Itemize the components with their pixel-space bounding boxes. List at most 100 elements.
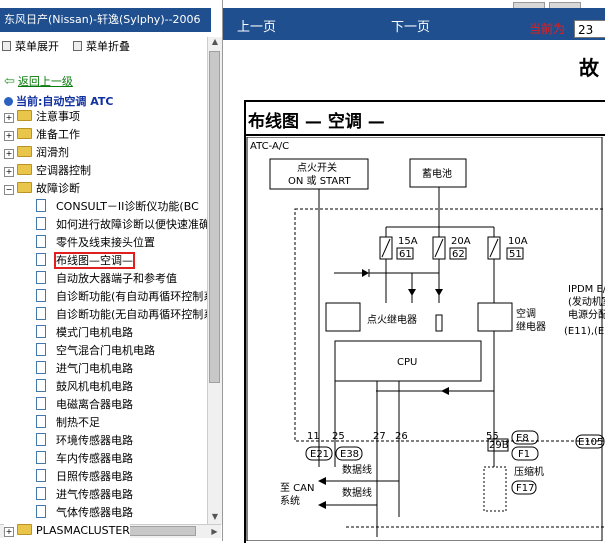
document-icon — [36, 235, 46, 248]
cpu-label: CPU — [397, 357, 417, 368]
tree-doc[interactable]: 日照传感器电路 — [36, 468, 133, 486]
expand-toggle-icon[interactable]: + — [4, 149, 14, 159]
expand-toggle-icon[interactable]: + — [4, 527, 14, 537]
battery-label: 蓄电池 — [422, 167, 452, 180]
expand-toggle-icon[interactable]: + — [4, 167, 14, 177]
location-icon — [4, 97, 13, 106]
tree-doc[interactable]: 自诊断功能(无自动再循环控制系 — [36, 306, 208, 324]
doc-label-selected: 布线图—空调— — [54, 252, 135, 269]
system-label: 系统 — [280, 494, 300, 507]
current-location: 当前:自动空调 ATC — [4, 93, 113, 109]
compressor-box — [483, 466, 507, 512]
fuse-amp: 10A — [508, 236, 528, 247]
sidebar-title: 东风日产(Nissan)-轩逸(Sylphy)--2006 — [0, 8, 211, 32]
pin-11: 11 — [307, 431, 320, 442]
tree-doc[interactable]: 零件及线束接头位置 — [36, 234, 155, 252]
doc-label: CONSULT－II诊断仪功能(BC — [56, 200, 199, 213]
tree-folder-5[interactable]: − 故障诊断 — [4, 180, 80, 198]
expand-label: 菜单展开 — [15, 40, 59, 53]
wiring-diagram: ATC-A/C 点火开关 ON 或 START 蓄电池 15A 20A 10A … — [246, 137, 605, 541]
folder-label: 空调器控制 — [36, 164, 91, 177]
expand-icon — [2, 41, 11, 51]
fuse-no: 62 — [452, 249, 465, 260]
ipdm-line: IPDM E/R — [568, 284, 605, 295]
ignition-label: 点火开关 — [297, 161, 337, 174]
document-icon — [36, 451, 46, 464]
folder-label: 故障诊断 — [36, 182, 80, 195]
document-icon — [36, 343, 46, 356]
back-link[interactable]: ⇦ 返回上一级 — [4, 73, 73, 89]
document-icon — [36, 199, 46, 212]
fuse-amp: 15A — [398, 236, 418, 247]
wiring-diagram-sheet: 布线图 — 空调 — ATC-A/C 点火开关 ON 或 START 蓄电池 1… — [244, 100, 605, 543]
doc-label: 气体传感器电路 — [56, 506, 133, 519]
current-page-label: 当前为 — [529, 22, 566, 36]
connector-label: E38 — [340, 449, 359, 460]
ipdm-line: (发动机室 — [568, 295, 605, 308]
tree-doc[interactable]: 空气混合门电机电路 — [36, 342, 155, 360]
expand-toggle-icon[interactable]: + — [4, 131, 14, 141]
doc-label: 进气门电机电路 — [56, 362, 133, 375]
doc-label: 鼓风机电机电路 — [56, 380, 133, 393]
tree-folder-2[interactable]: + 准备工作 — [4, 126, 80, 144]
scroll-up-icon[interactable]: ▲ — [208, 37, 222, 50]
tree-doc[interactable]: 如何进行故障诊断以便快速准确修 — [36, 216, 208, 234]
tree-doc[interactable]: 电磁离合器电路 — [36, 396, 133, 414]
tree-doc[interactable]: 进气传感器电路 — [36, 486, 133, 504]
tree-doc[interactable]: CONSULT－II诊断仪功能(BC — [36, 198, 199, 216]
top-toolbar-stub — [513, 0, 585, 10]
tree-folder-1[interactable]: + 注意事项 — [4, 108, 80, 126]
pin-27: 27 — [373, 431, 386, 442]
folder-icon — [17, 164, 32, 175]
current-page-input[interactable]: 23 — [574, 20, 605, 38]
document-icon — [36, 415, 46, 428]
doc-label: 自诊断功能(无自动再循环控制系 — [56, 308, 208, 321]
tree-folder-4[interactable]: + 空调器控制 — [4, 162, 91, 180]
dataline-label: 数据线 — [342, 463, 372, 476]
tree-doc[interactable]: 环境传感器电路 — [36, 432, 133, 450]
scroll-right-icon[interactable]: ▶ — [208, 525, 221, 538]
tree-doc[interactable]: 模式门电机电路 — [36, 324, 133, 342]
tree-doc[interactable]: 自诊断功能(有自动再循环控制系 — [36, 288, 208, 306]
document-icon — [36, 487, 46, 500]
tree-doc[interactable]: 鼓风机电机电路 — [36, 378, 133, 396]
tree-doc[interactable]: 制热不足 — [36, 414, 100, 432]
ignition-state: ON 或 START — [288, 175, 351, 187]
fuse-no: 61 — [399, 249, 412, 260]
tree-folder-3[interactable]: + 润滑剂 — [4, 144, 69, 162]
diagram-frame — [246, 137, 603, 541]
tree-doc-selected[interactable]: 布线图—空调— — [36, 252, 135, 270]
doc-label: 车内传感器电路 — [56, 452, 133, 465]
document-icon — [36, 505, 46, 518]
collapse-menu-button[interactable]: 菜单折叠 — [73, 38, 130, 54]
collapse-toggle-icon[interactable]: − — [4, 185, 14, 195]
tree-doc[interactable]: 车内传感器电路 — [36, 450, 133, 468]
heading-rule — [246, 134, 605, 136]
collapse-icon — [73, 41, 82, 51]
vertical-scroll-thumb[interactable] — [209, 51, 220, 383]
tree-doc[interactable]: 进气门电机电路 — [36, 360, 133, 378]
vertical-scrollbar[interactable]: ▲ ▼ — [207, 37, 222, 525]
doc-label: 自诊断功能(有自动再循环控制系 — [56, 290, 208, 303]
connector-label: F1 — [518, 449, 530, 460]
ac-relay-label: 继电器 — [516, 320, 546, 333]
expand-menu-button[interactable]: 菜单展开 — [2, 38, 59, 54]
ipdm-line: 电源分配 — [568, 308, 605, 321]
next-page-button[interactable]: 下一页 — [391, 16, 430, 35]
document-icon — [36, 307, 46, 320]
tree-doc[interactable]: 自动放大器端子和参考值 — [36, 270, 177, 288]
connector-label: E105 — [578, 437, 603, 448]
expand-toggle-icon[interactable]: + — [4, 113, 14, 123]
document-icon — [36, 325, 46, 338]
tree-doc[interactable]: 气体传感器电路 — [36, 504, 133, 522]
menu-tree: + 注意事项 + 准备工作 + 润滑剂 + 空调器控制 − 故障诊断 CONSULT－II… — [0, 108, 208, 526]
diagram-label: ATC-A/C — [250, 141, 289, 152]
connector-label: E8 — [516, 433, 529, 444]
tree-folder-plasmacluster[interactable]: + PLASMACLUSTER — [4, 522, 130, 540]
document-icon — [36, 289, 46, 302]
prev-page-button[interactable]: 上一页 — [237, 16, 276, 35]
doc-label: 环境传感器电路 — [56, 434, 133, 447]
sidebar: 东风日产(Nissan)-轩逸(Sylphy)--2006 菜单展开 菜单折叠 … — [0, 0, 223, 541]
ignition-relay-label: 点火继电器 — [367, 313, 417, 326]
document-icon — [36, 361, 46, 374]
